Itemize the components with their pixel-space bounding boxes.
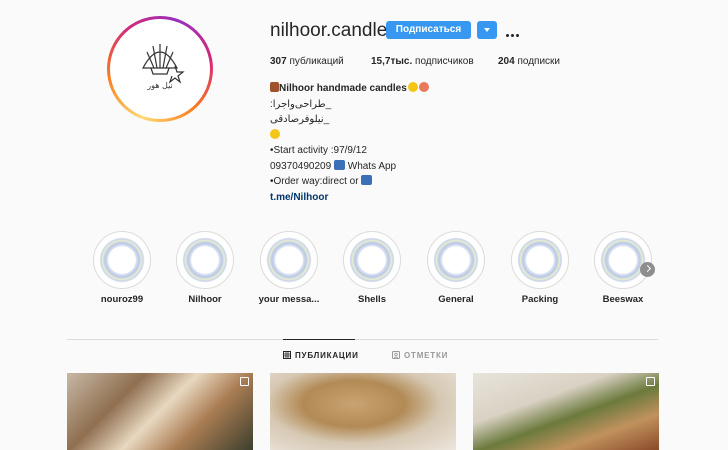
highlight-label: Packing	[521, 294, 559, 305]
post-thumbnail[interactable]	[67, 373, 253, 450]
highlight-item[interactable]: General	[418, 231, 494, 305]
highlight-label: Shells	[358, 294, 386, 305]
following-count: 204	[498, 56, 515, 67]
candle-emoji-icon	[270, 82, 279, 92]
highlight-cover	[431, 235, 481, 285]
svg-text:نیل هور: نیل هور	[146, 81, 172, 90]
tag-icon	[392, 351, 400, 359]
posts-label: публикаций	[289, 56, 344, 67]
highlight-label: Beeswax	[602, 294, 644, 305]
active-tab-indicator	[283, 339, 355, 340]
carousel-icon	[240, 377, 249, 386]
posts-stat: 307 публикаций	[270, 56, 344, 67]
highlight-cover	[347, 235, 397, 285]
bio-line-order: •Order way:direct or	[270, 174, 590, 190]
highlight-cover	[97, 235, 147, 285]
highlight-label: your messa...	[258, 294, 320, 305]
bio-line-author: _نیلوفرصادقی	[270, 114, 330, 125]
suggested-dropdown-button[interactable]	[477, 21, 497, 39]
bio-name-line: Nilhoor handmade candles	[270, 81, 590, 97]
post-thumbnail[interactable]	[473, 373, 659, 450]
bio-line-emoji	[270, 128, 590, 144]
highlight-cover	[598, 235, 648, 285]
bio-line-designer: _طراحی‌واجرا:	[270, 98, 332, 110]
highlight-item[interactable]: Nilhoor	[167, 231, 243, 305]
bio: Nilhoor handmade candles _طراحی‌واجرا: _…	[270, 81, 590, 205]
highlight-cover	[180, 235, 230, 285]
bio-name: Nilhoor handmade candles	[279, 83, 407, 94]
grid-icon	[283, 351, 291, 359]
highlight-item[interactable]: nouroz99	[84, 231, 160, 305]
tab-tagged-label: ОТМЕТКИ	[404, 351, 449, 360]
star-emoji-icon	[407, 82, 418, 92]
tab-posts[interactable]: ПУБЛИКАЦИИ	[283, 351, 359, 360]
post-thumbnail[interactable]	[270, 373, 456, 450]
following-label: подписки	[517, 56, 561, 67]
arrow-left-emoji-icon	[333, 159, 345, 170]
tab-posts-label: ПУБЛИКАЦИИ	[295, 351, 359, 360]
followers-count: 15,7тыс.	[371, 56, 413, 67]
carousel-icon	[646, 377, 655, 386]
posts-count: 307	[270, 56, 287, 67]
highlight-cover	[515, 235, 565, 285]
highlight-label: General	[438, 294, 474, 305]
shell-logo-icon: نیل هور	[113, 22, 207, 116]
highlight-item[interactable]: your messa...	[251, 231, 327, 305]
chevron-right-icon[interactable]	[640, 262, 655, 277]
bio-whatsapp: Whats App	[347, 160, 397, 172]
tab-tagged[interactable]: ОТМЕТКИ	[392, 351, 448, 360]
following-stat[interactable]: 204 подписки	[498, 56, 560, 67]
highlight-item[interactable]: Shells	[334, 231, 410, 305]
bio-line-start: •Start activity :97/9/12	[270, 145, 367, 156]
profile-avatar[interactable]: نیل هور	[107, 16, 213, 122]
followers-stat[interactable]: 15,7тыс. подписчиков	[371, 56, 474, 67]
sparkle-emoji-icon	[270, 128, 280, 139]
subscribe-button[interactable]: Подписаться	[386, 21, 471, 39]
highlight-label: nouroz99	[100, 294, 144, 305]
highlight-cover	[264, 235, 314, 285]
shell-emoji-icon	[418, 82, 429, 92]
bio-phone: 09370490209	[270, 160, 332, 172]
highlight-item[interactable]: Packing	[502, 231, 578, 305]
more-dots-icon[interactable]	[506, 24, 522, 37]
tabs-divider	[67, 339, 658, 340]
bio-order: •Order way:direct or	[270, 176, 359, 187]
followers-label: подписчиков	[415, 56, 474, 67]
highlight-label: Nilhoor	[188, 294, 222, 305]
username: nilhoor.candle	[270, 20, 388, 41]
keycap-one-emoji-icon	[361, 175, 373, 185]
bio-link[interactable]: t.me/Nilhoor	[270, 190, 590, 206]
bio-line-phone: 09370490209 Whats App	[270, 159, 590, 175]
